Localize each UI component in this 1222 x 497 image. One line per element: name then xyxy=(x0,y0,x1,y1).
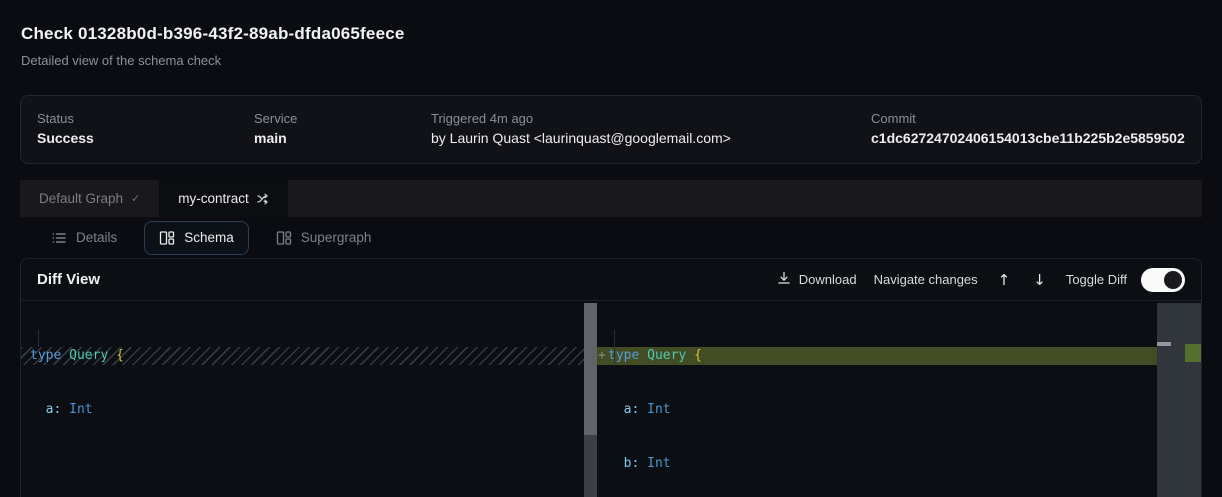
left-pane-scrollbar[interactable] xyxy=(584,303,597,497)
code-line: type Query { xyxy=(30,347,584,365)
indent-guide xyxy=(614,330,615,366)
diff-pane-before[interactable]: type Query { a: Int } xyxy=(21,301,584,497)
code-line: type Query { xyxy=(608,347,1158,365)
triggered-value: by Laurin Quast <laurinquast@googlemail.… xyxy=(431,130,731,146)
code-token: a: xyxy=(30,402,69,417)
tab-default-graph[interactable]: Default Graph ✓ xyxy=(20,180,159,217)
code-token: a: xyxy=(608,402,647,417)
my-contract-label: my-contract xyxy=(178,191,249,206)
overview-cursor-tick xyxy=(1157,342,1171,346)
meta-commit: Commit c1dc62724702406154013cbe11b225b2e… xyxy=(871,111,1185,146)
code-token: { xyxy=(694,348,702,363)
graph-tab-bar: Default Graph ✓ my-contract xyxy=(20,180,1202,217)
commit-label: Commit xyxy=(871,111,1185,126)
code-line: a: Int xyxy=(608,401,1158,419)
code-token: Int xyxy=(647,402,670,417)
navigate-changes-label: Navigate changes xyxy=(874,272,978,287)
right-pane-scrollbar[interactable] xyxy=(1157,303,1201,497)
tab-my-contract[interactable]: my-contract xyxy=(159,180,288,217)
service-value: main xyxy=(254,130,297,146)
tab-details[interactable]: Details xyxy=(36,221,132,255)
contract-split-icon xyxy=(257,193,269,205)
code-token: Int xyxy=(69,402,92,417)
diff-pane-after[interactable]: type Query { a: Int b: Int } xyxy=(597,301,1158,497)
diff-editor: + type Query { a: Int } type Query { a: … xyxy=(21,301,1201,497)
schema-check-page: Check 01328b0d-b396-43f2-89ab-dfda065fee… xyxy=(0,0,1222,497)
default-graph-label: Default Graph xyxy=(39,191,123,206)
columns-icon xyxy=(159,230,175,246)
download-button[interactable]: Download xyxy=(777,271,857,288)
indent-guide xyxy=(38,330,39,347)
meta-triggered: Triggered 4m ago by Laurin Quast <laurin… xyxy=(431,111,731,146)
meta-service: Service main xyxy=(254,111,297,146)
check-icon: ✓ xyxy=(131,192,140,205)
code-token: b: xyxy=(608,456,647,471)
download-icon xyxy=(777,271,791,288)
status-value: Success xyxy=(37,130,94,146)
next-change-button[interactable]: ↓ xyxy=(1030,271,1049,289)
check-meta-card: Status Success Service main Triggered 4m… xyxy=(20,95,1202,164)
scrollbar-thumb[interactable] xyxy=(584,303,597,435)
toggle-diff-switch[interactable] xyxy=(1141,268,1185,292)
list-icon xyxy=(51,230,67,246)
tab-supergraph-label: Supergraph xyxy=(301,230,372,245)
tab-schema-label: Schema xyxy=(184,230,234,245)
code-line: a: Int xyxy=(30,401,584,419)
code-line-placeholder xyxy=(30,455,584,473)
view-tab-bar: Details Schema Supergraph xyxy=(36,217,386,258)
switch-knob xyxy=(1164,271,1182,289)
code-token: type xyxy=(30,348,69,363)
code-token: { xyxy=(116,348,124,363)
code-line-added: b: Int xyxy=(608,455,1158,473)
tab-schema[interactable]: Schema xyxy=(144,221,249,255)
page-title: Check 01328b0d-b396-43f2-89ab-dfda065fee… xyxy=(21,24,405,44)
code-token: Query xyxy=(647,348,694,363)
code-token: Query xyxy=(69,348,116,363)
diff-controls: Download Navigate changes ↑ ↓ Toggle Dif… xyxy=(777,268,1185,292)
diff-view-title: Diff View xyxy=(37,271,100,288)
page-subtitle: Detailed view of the schema check xyxy=(21,53,221,68)
overview-added-marker xyxy=(1185,344,1201,362)
diff-panel: Diff View Download Navigate changes ↑ ↓ … xyxy=(20,258,1202,497)
commit-value: c1dc62724702406154013cbe11b225b2e5859502 xyxy=(871,130,1185,146)
service-label: Service xyxy=(254,111,297,126)
triggered-label: Triggered 4m ago xyxy=(431,111,731,126)
diff-header: Diff View Download Navigate changes ↑ ↓ … xyxy=(21,259,1201,301)
status-label: Status xyxy=(37,111,94,126)
meta-status: Status Success xyxy=(37,111,94,146)
toggle-diff-label: Toggle Diff xyxy=(1066,272,1127,287)
download-label: Download xyxy=(799,272,857,287)
tab-details-label: Details xyxy=(76,230,117,245)
code-token: Int xyxy=(647,456,670,471)
tab-supergraph[interactable]: Supergraph xyxy=(261,221,387,255)
columns-icon xyxy=(276,230,292,246)
previous-change-button[interactable]: ↑ xyxy=(995,271,1014,289)
